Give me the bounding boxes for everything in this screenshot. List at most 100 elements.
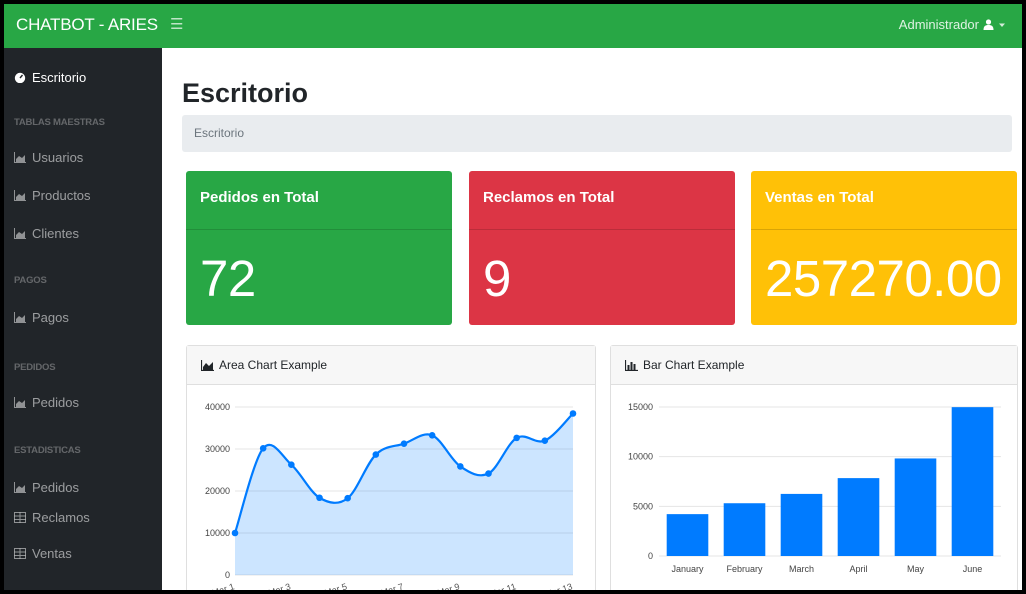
sidebar-item-label: Pedidos	[32, 395, 79, 410]
sidebar-item-label: Escritorio	[32, 70, 87, 85]
user-icon	[983, 19, 994, 30]
card-title: Reclamos en Total	[483, 189, 615, 206]
sidebar-item-productos-3[interactable]: Productos	[14, 188, 91, 203]
area-y-tick-label: 10000	[205, 528, 230, 538]
area-x-tick-label: Mar 5	[323, 581, 348, 590]
area-point	[372, 451, 380, 458]
area-chart-title: Area Chart Example	[219, 358, 328, 372]
area-chart-icon	[14, 482, 26, 493]
bar-x-tick-label: February	[726, 564, 763, 574]
user-menu[interactable]: Administrador	[899, 17, 1006, 32]
area-y-tick-label: 20000	[205, 486, 230, 496]
bar-april	[837, 478, 880, 556]
area-point	[485, 470, 492, 477]
area-point	[344, 494, 351, 502]
area-chart-icon	[14, 228, 26, 239]
card-value: 257270.00	[765, 250, 1002, 307]
card-reclamos-total: Reclamos en Total 9	[469, 171, 735, 325]
area-fill	[235, 413, 573, 575]
area-x-tick-label: Mar 7	[380, 581, 405, 590]
bar-x-tick-label: April	[849, 564, 867, 574]
area-y-tick-label: 30000	[205, 444, 230, 454]
area-point	[569, 410, 577, 417]
bar-x-tick-label: June	[963, 564, 983, 574]
area-x-tick-label: Mar 1	[211, 581, 236, 590]
area-chart-icon	[14, 152, 26, 163]
area-point	[288, 461, 295, 468]
bar-chart: 0 5000 10000 15000 January February March April…	[628, 402, 1001, 574]
bar-y-tick-label: 0	[648, 551, 653, 561]
sidebar-item-label: Pagos	[32, 310, 69, 325]
area-chart-icon	[14, 397, 26, 408]
dashboard-icon	[14, 72, 26, 83]
area-x-tick-label: Mar 9	[436, 581, 461, 590]
sidebar-item-label: Usuarios	[32, 150, 84, 165]
sidebar-heading: ESTADISTICAS	[14, 445, 81, 456]
area-x-tick-label: Mar 13	[544, 581, 574, 590]
area-chart-panel: Area Chart Example 0 10000 20000 30000 40000…	[186, 345, 596, 590]
sidebar-item-label: Ventas	[32, 546, 72, 561]
sidebar: Escritorio TABLAS MAESTRAS Usuarios Product…	[4, 48, 162, 590]
top-navbar: CHATBOT - ARIES ☰ Administrador	[4, 4, 1022, 48]
sidebar-item-ventas-12[interactable]: Ventas	[14, 546, 72, 561]
bar-january	[666, 514, 709, 556]
card-ventas-total: Ventas en Total 257270.00	[751, 171, 1017, 325]
card-pedidos-total: Pedidos en Total 72	[186, 171, 452, 325]
area-chart-icon	[14, 312, 26, 323]
sidebar-item-escritorio-0[interactable]: Escritorio	[14, 70, 86, 85]
area-point	[400, 440, 408, 447]
page-title: Escritorio	[182, 78, 309, 108]
card-divider	[751, 229, 1017, 230]
card-title: Pedidos en Total	[200, 189, 319, 206]
bar-x-tick-label: January	[671, 564, 704, 574]
area-x-tick-label: Mar 11	[488, 581, 517, 590]
user-name: Administrador	[898, 17, 979, 32]
area-x-tick-label: Mar 3	[267, 581, 292, 590]
sidebar-item-label: Reclamos	[32, 510, 90, 525]
bar-chart-panel: Bar Chart Example 0 5000 10000 15000 January…	[610, 345, 1018, 590]
sidebar-heading: PAGOS	[14, 275, 47, 286]
bar-june	[951, 407, 994, 556]
bar-x-tick-label: May	[907, 564, 925, 574]
sidebar-item-pedidos-10[interactable]: Pedidos	[14, 480, 79, 495]
area-point	[316, 494, 323, 502]
bar-y-tick-label: 10000	[628, 452, 653, 462]
sidebar-toggle-button[interactable]: ☰	[170, 15, 183, 33]
brand-link[interactable]: CHATBOT - ARIES	[16, 15, 158, 35]
main-content: Escritorio Escritorio Pedidos en Total 7…	[162, 48, 1022, 590]
bar-february	[723, 503, 766, 556]
app-window: CHATBOT - ARIES ☰ Administrador Escritor…	[4, 4, 1022, 590]
bar-y-tick-label: 15000	[628, 402, 653, 412]
card-divider	[469, 229, 735, 230]
sidebar-item-usuarios-2[interactable]: Usuarios	[14, 150, 83, 165]
card-value: 9	[483, 250, 511, 307]
sidebar-item-pagos-6[interactable]: Pagos	[14, 310, 69, 325]
area-chart-icon	[14, 190, 26, 201]
breadcrumb: Escritorio	[182, 115, 1012, 152]
sidebar-item-clientes-4[interactable]: Clientes	[14, 226, 79, 241]
bar-chart-icon	[625, 359, 638, 371]
bar-x-tick-label: March	[789, 564, 814, 574]
area-y-tick-label: 40000	[205, 402, 230, 412]
bar-march	[780, 493, 823, 556]
table-icon	[14, 548, 26, 559]
sidebar-heading: PEDIDOS	[14, 362, 56, 373]
sidebar-item-label: Pedidos	[32, 480, 79, 495]
area-chart: 0 10000 20000 30000 40000 Mar 1 Mar 3 Mar 5 Mar …	[205, 402, 577, 590]
bar-chart-header: Bar Chart Example	[611, 346, 1017, 385]
area-point	[513, 434, 520, 442]
bar-y-tick-label: 5000	[633, 501, 653, 511]
area-point	[541, 437, 549, 444]
bar-chart-title: Bar Chart Example	[643, 358, 745, 372]
area-point	[428, 432, 436, 439]
card-title: Ventas en Total	[765, 189, 874, 206]
area-point	[231, 529, 239, 537]
sidebar-item-label: Clientes	[32, 226, 79, 241]
sidebar-item-pedidos-8[interactable]: Pedidos	[14, 395, 79, 410]
caret-down-icon	[999, 23, 1005, 27]
card-divider	[186, 229, 452, 230]
sidebar-heading: TABLAS MAESTRAS	[14, 117, 105, 128]
breadcrumb-item: Escritorio	[194, 126, 245, 140]
table-icon	[14, 512, 26, 523]
sidebar-item-reclamos-11[interactable]: Reclamos	[14, 510, 90, 525]
